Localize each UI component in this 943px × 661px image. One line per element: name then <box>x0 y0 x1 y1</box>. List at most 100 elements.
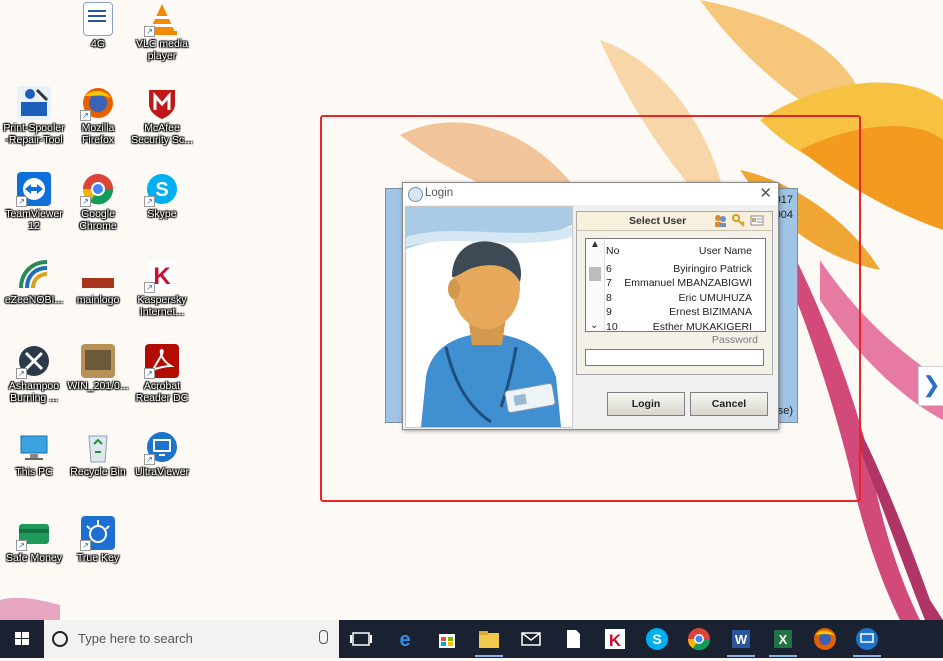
word-icon[interactable]: W <box>729 627 753 651</box>
app-icon <box>408 187 423 202</box>
desktop-icon-safe-money[interactable]: ↗ Safe Money <box>2 516 66 564</box>
desktop-icon-mcafee[interactable]: McAfee Security Sc... <box>130 86 194 146</box>
store-icon[interactable] <box>435 627 459 651</box>
desktop-icon-ezee[interactable]: eZeeNOBI... <box>2 258 66 306</box>
firefox-icon[interactable] <box>813 627 837 651</box>
active-app-indicator <box>853 655 881 657</box>
shortcut-arrow-icon: ↗ <box>144 26 155 37</box>
login-button[interactable]: Login <box>607 392 685 416</box>
desktop-icon-firefox[interactable]: ↗ Mozilla Firefox <box>66 86 130 146</box>
shortcut-arrow-icon: ↗ <box>144 282 155 293</box>
dialog-titlebar[interactable]: Login ✕ <box>403 183 778 205</box>
desktop-icon-chrome[interactable]: ↗ Google Chrome <box>66 172 130 232</box>
shortcut-arrow-icon: ↗ <box>144 196 155 207</box>
select-user-panel: Select User ▲ ⌄ No User Name 6 Byiringir… <box>576 211 773 375</box>
background-text-3: se) <box>777 405 793 417</box>
windows-logo-icon <box>15 632 29 645</box>
desktop-icon-label: UltraViewer <box>134 466 190 478</box>
mail-icon[interactable] <box>519 627 543 651</box>
desktop-icon-print-spooler[interactable]: Print-Spooler -Repair-Tool <box>2 86 66 146</box>
svg-text:K: K <box>153 263 171 290</box>
users-icon[interactable] <box>714 214 727 227</box>
microphone-icon[interactable] <box>319 630 328 644</box>
acrobat-icon: ↗ <box>144 344 179 379</box>
shortcut-arrow-icon: ↗ <box>16 368 27 379</box>
shortcut-arrow-icon: ↗ <box>16 540 27 551</box>
file-explorer-icon[interactable] <box>477 627 501 651</box>
svg-text:W: W <box>735 632 748 647</box>
desktop-icon-kaspersky[interactable]: K ↗ Kaspersky Internet... <box>130 258 194 318</box>
desktop-icon-label: eZeeNOBI... <box>4 294 64 306</box>
scrollbar-thumb[interactable] <box>589 267 601 281</box>
cancel-button[interactable]: Cancel <box>690 392 768 416</box>
list-item[interactable]: 9 Ernest BIZIMANA <box>606 306 764 320</box>
user-illustration <box>405 206 573 428</box>
desktop-icon-4g[interactable]: 4G <box>66 2 130 50</box>
ultraviewer-icon[interactable] <box>855 627 879 651</box>
vlc-cone-icon: ↗ <box>144 2 179 37</box>
scroll-down-icon[interactable]: ⌄ <box>590 320 598 331</box>
edge-icon[interactable]: e <box>393 627 417 651</box>
print-spooler-icon <box>17 86 51 120</box>
start-button[interactable] <box>0 620 44 658</box>
shortcut-arrow-icon: ↗ <box>80 540 91 551</box>
chrome-icon: ↗ <box>80 172 115 207</box>
desktop-icon-win-photo[interactable]: WIN_201/0... <box>66 344 130 392</box>
list-item[interactable]: 10 Esther MUKAKIGERI <box>606 321 764 332</box>
ultraviewer-icon: ↗ <box>144 430 179 465</box>
shortcut-arrow-icon: ↗ <box>16 196 27 207</box>
desktop-icon-mainlogo[interactable]: mainlogo <box>66 258 130 306</box>
chrome-icon[interactable] <box>687 627 711 651</box>
chevron-right-icon[interactable]: ❯ <box>918 366 943 406</box>
desktop-icon-label: Safe Money <box>5 552 63 564</box>
desktop-icon-label: Google Chrome <box>79 208 117 232</box>
taskbar-search-box[interactable]: Type here to search <box>44 620 339 658</box>
kaspersky-icon[interactable]: K <box>603 627 627 651</box>
list-item[interactable]: 7 Emmanuel MBANZABIGWI <box>606 277 764 291</box>
list-scrollbar[interactable]: ▲ ⌄ <box>586 239 605 331</box>
document-icon[interactable] <box>561 627 585 651</box>
ezee-icon <box>17 258 51 292</box>
select-user-title: Select User <box>629 215 687 227</box>
user-name: Esther MUKAKIGERI <box>652 321 752 332</box>
desktop-icon-skype[interactable]: S ↗ Skype <box>130 172 194 220</box>
svg-text:K: K <box>609 631 622 650</box>
desktop-icon-label: TeamViewer 12 <box>5 208 63 232</box>
desktop-icon-vlc[interactable]: ↗ VLC media player <box>130 2 194 62</box>
skype-icon[interactable]: S <box>645 627 669 651</box>
desktop-icon-ashampoo[interactable]: ↗ Ashampoo Burning ... <box>2 344 66 404</box>
excel-icon[interactable]: X <box>771 627 795 651</box>
kaspersky-icon: K ↗ <box>144 258 179 293</box>
shortcut-arrow-icon: ↗ <box>80 196 91 207</box>
login-dialog[interactable]: Login ✕ Select User ▲ ⌄ No User Name 6 B… <box>402 182 779 430</box>
svg-text:e: e <box>399 629 410 651</box>
computer-icon <box>17 430 51 464</box>
desktop-icon-label: Mozilla Firefox <box>81 122 115 146</box>
desktop-icon-true-key[interactable]: ↗ True Key <box>66 516 130 564</box>
taskbar: Type here to search e K S W X <box>0 620 943 658</box>
list-item[interactable]: 6 Byiringiro Patrick <box>606 263 764 277</box>
user-list[interactable]: ▲ ⌄ No User Name 6 Byiringiro Patrick 7 … <box>585 238 766 332</box>
svg-text:S: S <box>155 179 168 201</box>
desktop-icon-this-pc[interactable]: This PC <box>2 430 66 478</box>
close-icon[interactable]: ✕ <box>759 184 772 202</box>
shortcut-arrow-icon: ↗ <box>144 454 155 465</box>
password-field[interactable] <box>585 349 764 366</box>
desktop-icon-label: This PC <box>15 466 53 478</box>
user-no: 10 <box>606 321 618 332</box>
column-header-no: No <box>606 245 620 257</box>
user-no: 6 <box>606 263 612 275</box>
desktop-icon-acrobat[interactable]: ↗ Acrobat Reader DC <box>130 344 194 404</box>
desktop-icon-label: Acrobat Reader DC <box>135 380 189 404</box>
desktop-icon-recycle-bin[interactable]: Recycle Bin <box>66 430 130 478</box>
id-card-icon[interactable] <box>750 214 764 227</box>
desktop-icon-teamviewer[interactable]: ↗ TeamViewer 12 <box>2 172 66 232</box>
desktop-icon-ultraviewer[interactable]: ↗ UltraViewer <box>130 430 194 478</box>
list-item[interactable]: 8 Eric UMUHUZA <box>606 292 764 306</box>
scroll-up-icon[interactable]: ▲ <box>590 239 600 250</box>
task-view-icon[interactable] <box>349 627 373 651</box>
desktop-icon-label: Recycle Bin <box>70 466 126 478</box>
key-icon[interactable] <box>732 214 745 227</box>
user-name: Emmanuel MBANZABIGWI <box>624 277 752 289</box>
cortana-icon <box>52 631 68 647</box>
